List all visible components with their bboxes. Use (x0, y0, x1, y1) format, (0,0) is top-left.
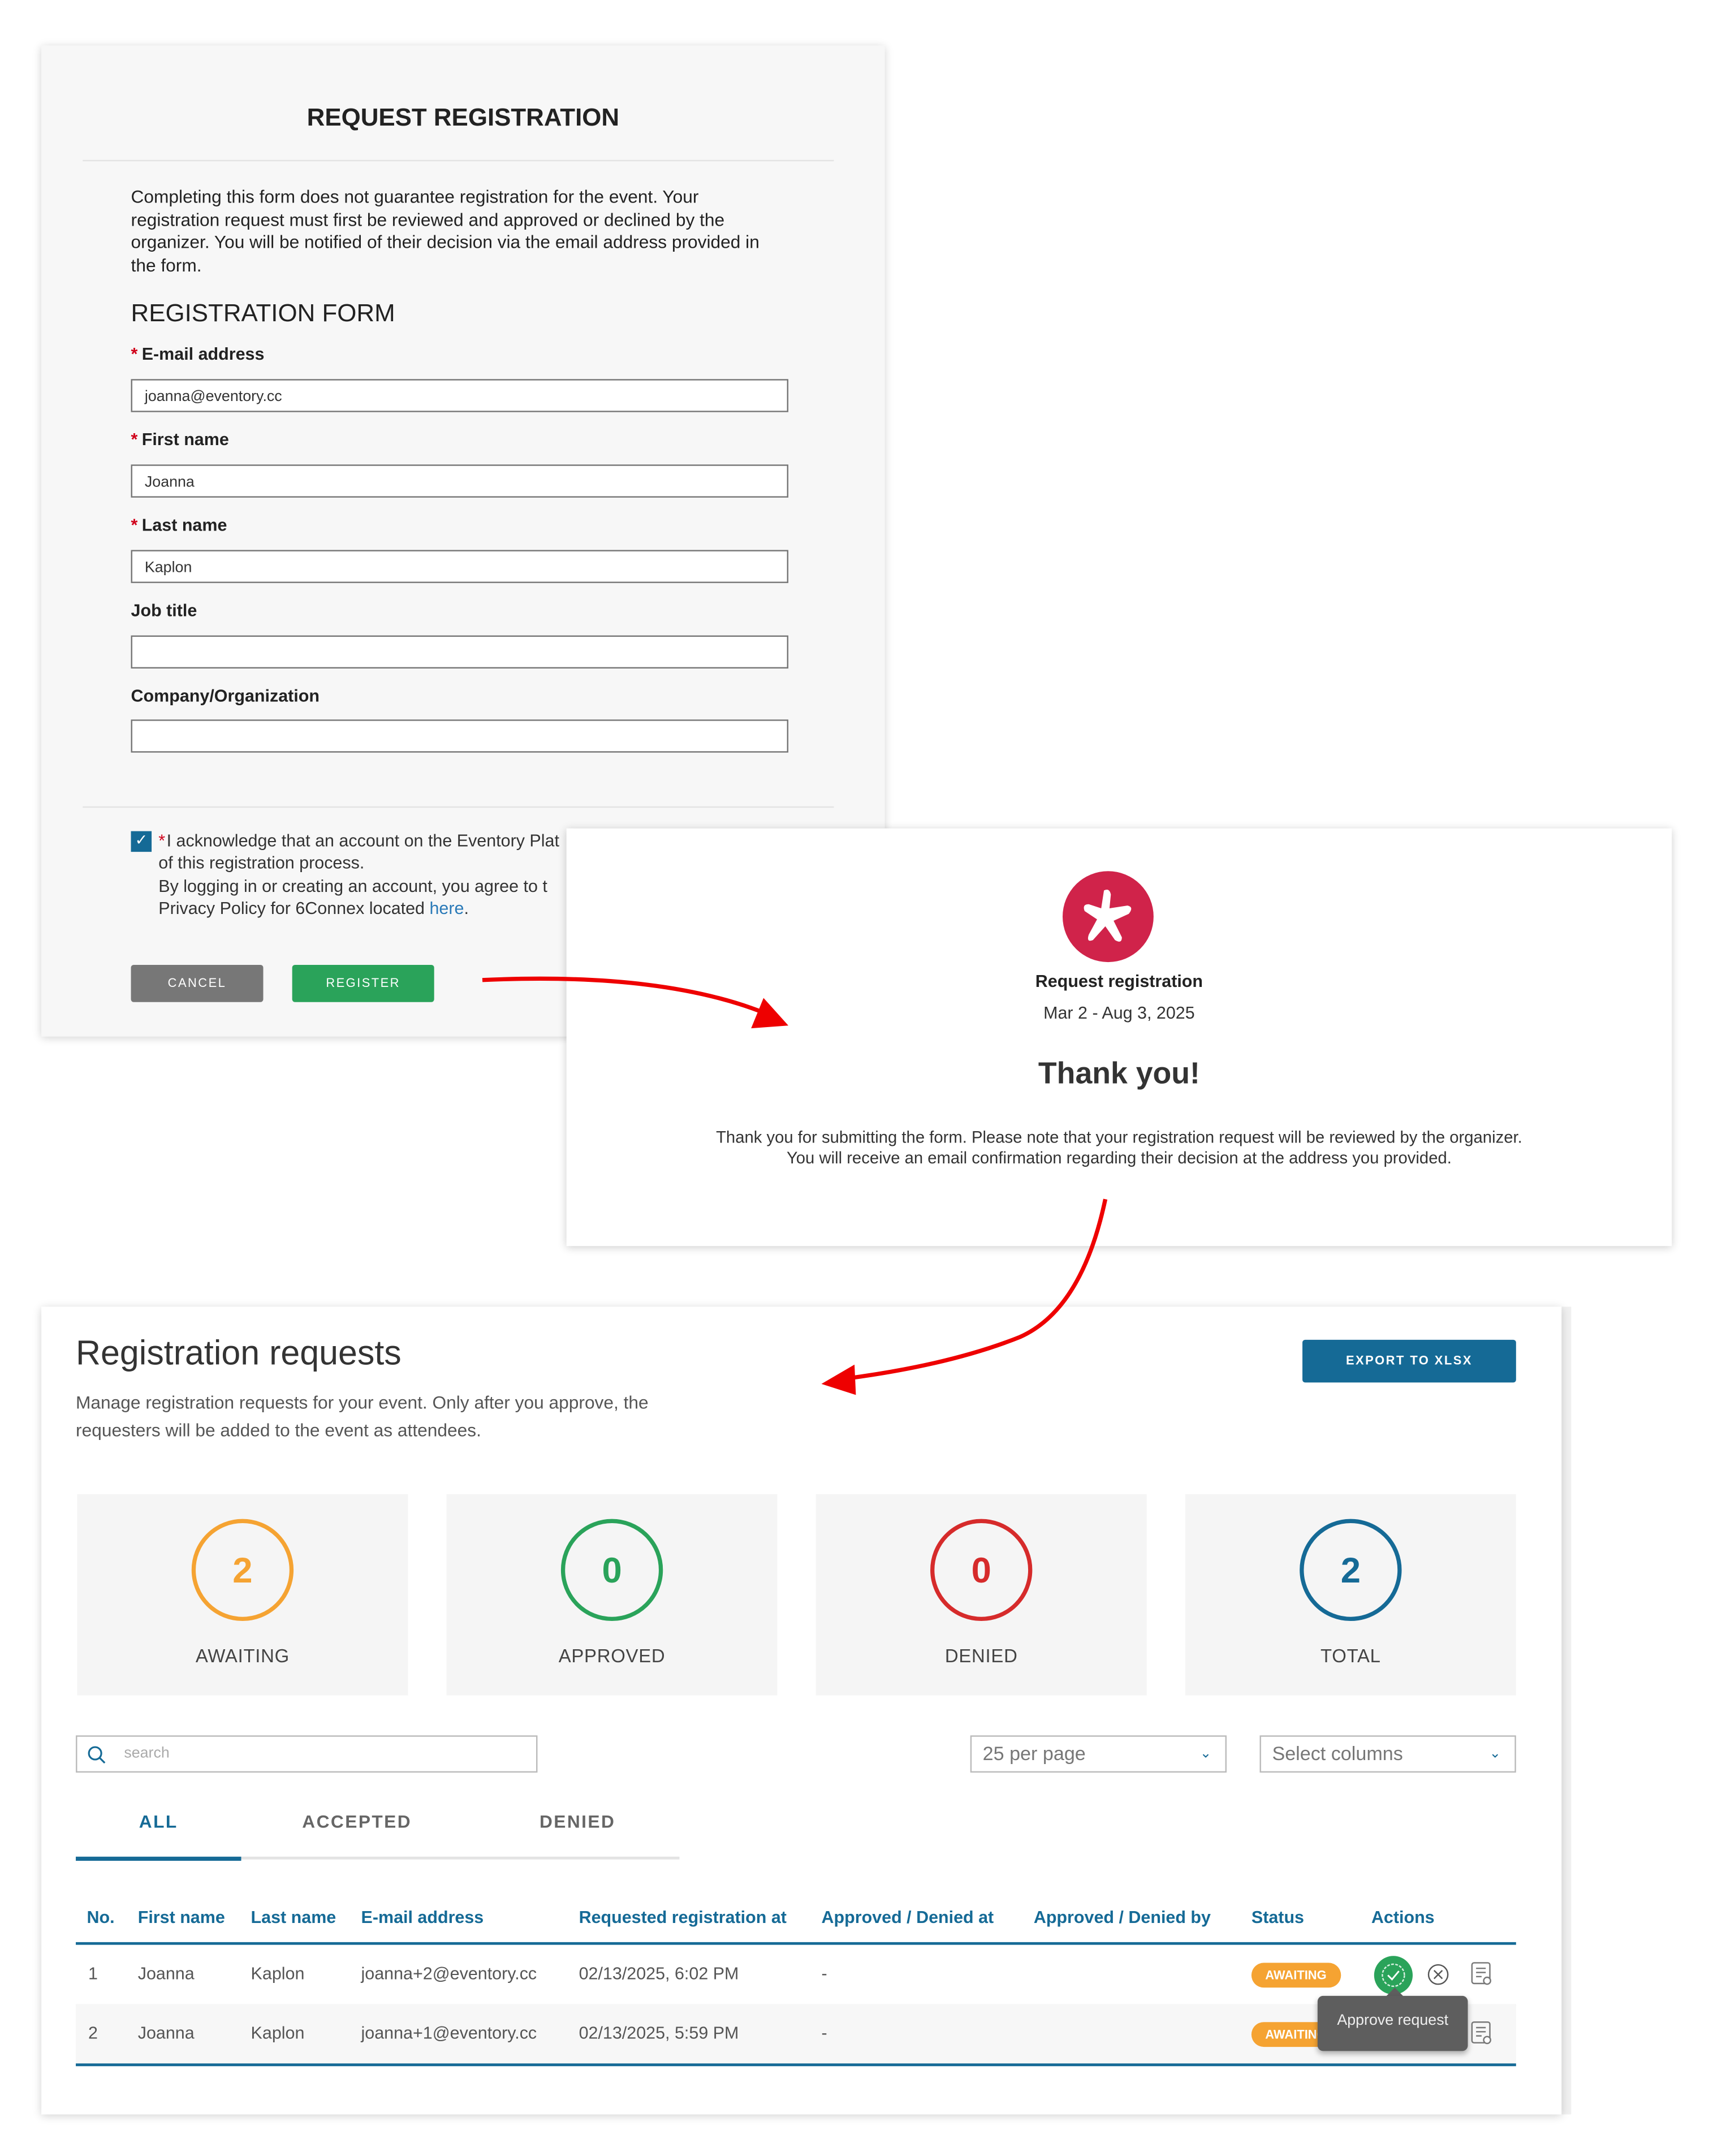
arrow-form-to-confirmation (482, 976, 766, 1015)
arrowhead-icon (821, 1364, 856, 1395)
arrow-confirmation-to-requests (847, 1198, 1108, 1381)
arrowhead-icon (751, 998, 789, 1029)
flow-arrows (482, 976, 1108, 1395)
